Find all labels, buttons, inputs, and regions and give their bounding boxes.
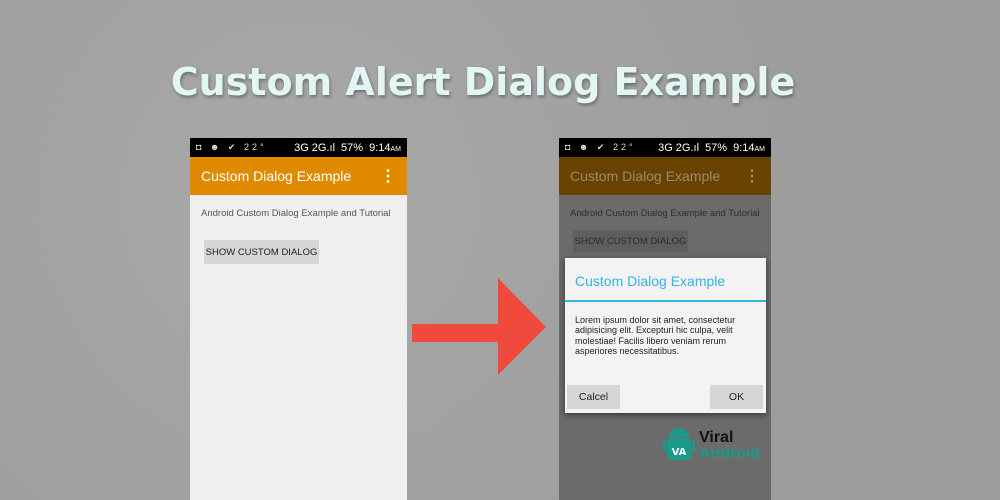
dialog-message: Lorem ipsum dolor sit amet, consectetur …	[575, 315, 736, 357]
app-toolbar: Custom Dialog Example ⋮	[190, 157, 407, 195]
overflow-menu-icon: ⋮	[744, 168, 760, 185]
battery-level: 57%	[341, 141, 364, 154]
overflow-menu-icon[interactable]: ⋮	[380, 166, 396, 186]
network-status: 3G 2G.ıl	[294, 141, 336, 154]
description-text: Android Custom Dialog Example and Tutori…	[570, 208, 760, 219]
phone-before: ◘ ☻ ✔ 22° 3G 2G.ıl 57% 9:14AM Custom Dia…	[190, 138, 407, 500]
logo-text-viral: Viral	[699, 429, 734, 446]
clock: 9:14	[733, 141, 755, 154]
network-status: 3G 2G.ıl	[658, 141, 700, 154]
notification-icons: ◘ ☻ ✔ 22°	[196, 142, 267, 152]
clock: 9:14	[369, 141, 391, 154]
status-bar: ◘ ☻ ✔ 22° 3G 2G.ıl 57% 9:14AM	[190, 138, 407, 157]
ok-button[interactable]: OK	[710, 385, 763, 409]
toolbar-title: Custom Dialog Example	[570, 168, 721, 184]
custom-dialog: Custom Dialog Example Lorem ipsum dolor …	[565, 258, 766, 413]
status-bar: ◘ ☻ ✔ 22° 3G 2G.ıl 57% 9:14AM	[559, 138, 771, 157]
android-logo-icon: VA	[663, 428, 695, 460]
logo-text-android: Android	[699, 445, 761, 462]
show-custom-dialog-button[interactable]: SHOW CUSTOM DIALOG	[204, 240, 319, 264]
cancel-button[interactable]: Calcel	[567, 385, 620, 409]
app-toolbar: Custom Dialog Example ⋮	[559, 157, 771, 195]
headline: Custom Alert Dialog Example	[170, 60, 796, 104]
battery-level: 57%	[705, 141, 728, 154]
arrow-right-icon	[412, 278, 546, 375]
notification-icons: ◘ ☻ ✔ 22°	[565, 142, 636, 152]
svg-text:VA: VA	[672, 447, 687, 458]
description-text: Android Custom Dialog Example and Tutori…	[201, 208, 391, 219]
clock-ampm: AM	[390, 145, 402, 153]
show-custom-dialog-button: SHOW CUSTOM DIALOG	[573, 230, 688, 252]
dialog-title: Custom Dialog Example	[565, 258, 766, 302]
toolbar-title: Custom Dialog Example	[201, 168, 352, 184]
phone-after[interactable]: ◘ ☻ ✔ 22° 3G 2G.ıl 57% 9:14AM Custom Dia…	[559, 138, 771, 500]
viral-android-logo: VA Viral Android	[663, 428, 760, 464]
clock-ampm: AM	[754, 145, 766, 153]
